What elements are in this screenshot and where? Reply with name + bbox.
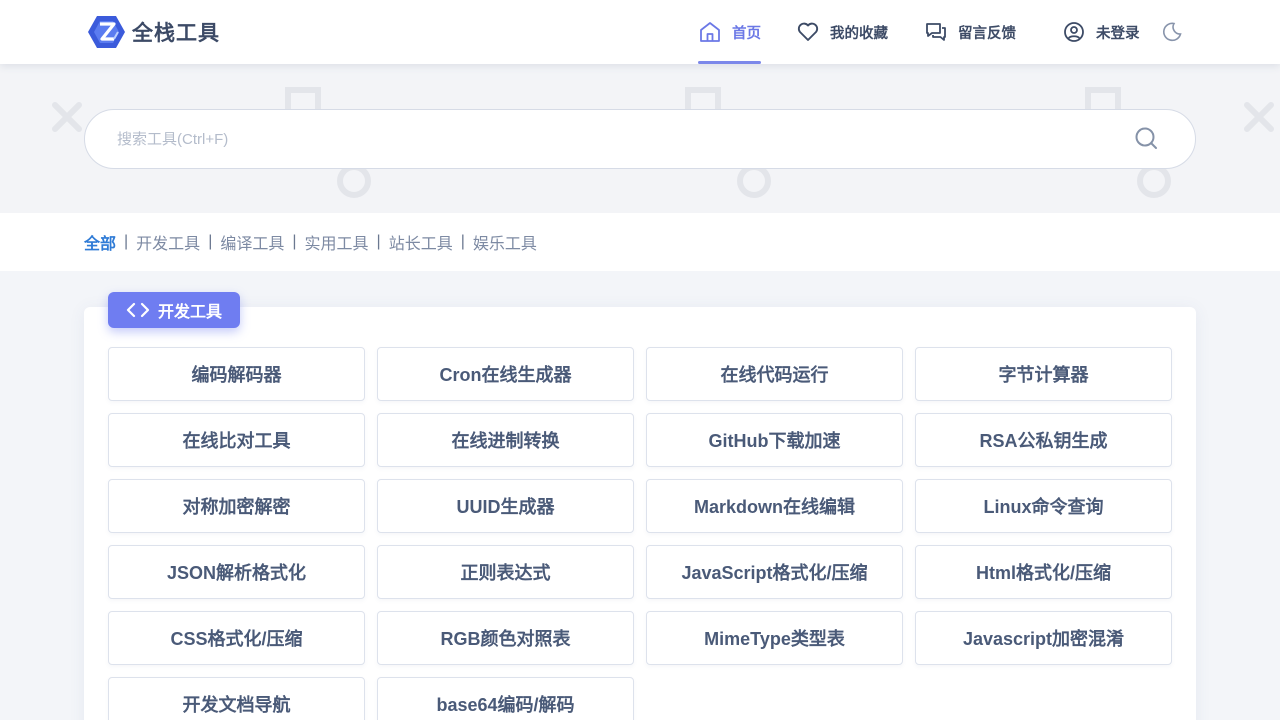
logo-icon: [88, 16, 125, 48]
section-title: 开发工具: [157, 304, 222, 321]
cross-decoration-icon: [52, 102, 82, 132]
category-utility-tools[interactable]: 实用工具: [305, 230, 369, 254]
category-list: 全部 | 开发工具 | 编译工具 | 实用工具 | 站长工具 | 娱乐工具: [84, 213, 537, 271]
tool-item[interactable]: JavaScript格式化/压缩: [646, 545, 903, 599]
home-icon: [700, 22, 720, 42]
tool-grid: 编码解码器 Cron在线生成器 在线代码运行 字节计算器 在线比对工具 在线进制…: [108, 347, 1172, 720]
moon-icon[interactable]: [1160, 20, 1184, 44]
top-header: 全栈工具 首页 我的收藏 留言反馈 未登录: [0, 0, 1280, 64]
tool-item[interactable]: Javascript加密混淆: [915, 611, 1172, 665]
nav-favorites-label: 我的收藏: [830, 25, 888, 42]
tool-item[interactable]: base64编码/解码: [377, 677, 634, 720]
nav-home-label: 首页: [732, 25, 761, 42]
tool-item[interactable]: 字节计算器: [915, 347, 1172, 401]
nav-login-label: 未登录: [1096, 25, 1140, 42]
category-bar: 全部 | 开发工具 | 编译工具 | 实用工具 | 站长工具 | 娱乐工具: [0, 213, 1280, 271]
tool-item[interactable]: RGB颜色对照表: [377, 611, 634, 665]
category-webmaster-tools[interactable]: 站长工具: [389, 230, 453, 254]
nav-favorites[interactable]: 我的收藏: [796, 0, 888, 64]
nav-home[interactable]: 首页: [698, 0, 761, 64]
tool-item[interactable]: RSA公私钥生成: [915, 413, 1172, 467]
tool-item[interactable]: CSS格式化/压缩: [108, 611, 365, 665]
tool-item[interactable]: 正则表达式: [377, 545, 634, 599]
search-banner: [0, 64, 1280, 213]
section-tag-dev-tools: 开发工具: [108, 292, 240, 328]
code-icon: [126, 302, 150, 318]
tool-item[interactable]: Linux命令查询: [915, 479, 1172, 533]
tool-item[interactable]: MimeType类型表: [646, 611, 903, 665]
brand-logo[interactable]: 全栈工具: [88, 14, 220, 50]
category-separator: |: [292, 233, 297, 250]
tool-item[interactable]: 对称加密解密: [108, 479, 365, 533]
chat-icon: [926, 23, 946, 41]
nav-feedback[interactable]: 留言反馈: [924, 0, 1016, 64]
category-dev-tools[interactable]: 开发工具: [136, 230, 200, 254]
tool-item[interactable]: Cron在线生成器: [377, 347, 634, 401]
tool-item[interactable]: GitHub下载加速: [646, 413, 903, 467]
category-separator: |: [376, 233, 381, 250]
nav-feedback-label: 留言反馈: [958, 25, 1016, 42]
search-input[interactable]: [117, 110, 1117, 168]
user-icon: [1064, 22, 1084, 42]
tool-item[interactable]: 编码解码器: [108, 347, 365, 401]
category-separator: |: [124, 233, 129, 250]
category-fun-tools[interactable]: 娱乐工具: [473, 230, 537, 254]
cross-decoration-icon: [1244, 102, 1274, 132]
tool-item[interactable]: Html格式化/压缩: [915, 545, 1172, 599]
category-separator: |: [208, 233, 213, 250]
tool-item[interactable]: 开发文档导航: [108, 677, 365, 720]
search-icon[interactable]: [1133, 125, 1161, 153]
tool-item[interactable]: UUID生成器: [377, 479, 634, 533]
category-compile-tools[interactable]: 编译工具: [220, 230, 284, 254]
nav-login[interactable]: 未登录: [1062, 0, 1140, 64]
category-all[interactable]: 全部: [84, 230, 116, 254]
tool-item[interactable]: 在线比对工具: [108, 413, 365, 467]
search-box: [84, 109, 1196, 169]
tool-item[interactable]: Markdown在线编辑: [646, 479, 903, 533]
tool-item[interactable]: JSON解析格式化: [108, 545, 365, 599]
heart-icon: [797, 22, 819, 41]
brand-name: 全栈工具: [132, 22, 220, 45]
tool-item[interactable]: 在线代码运行: [646, 347, 903, 401]
tool-item[interactable]: 在线进制转换: [377, 413, 634, 467]
category-separator: |: [460, 233, 465, 250]
